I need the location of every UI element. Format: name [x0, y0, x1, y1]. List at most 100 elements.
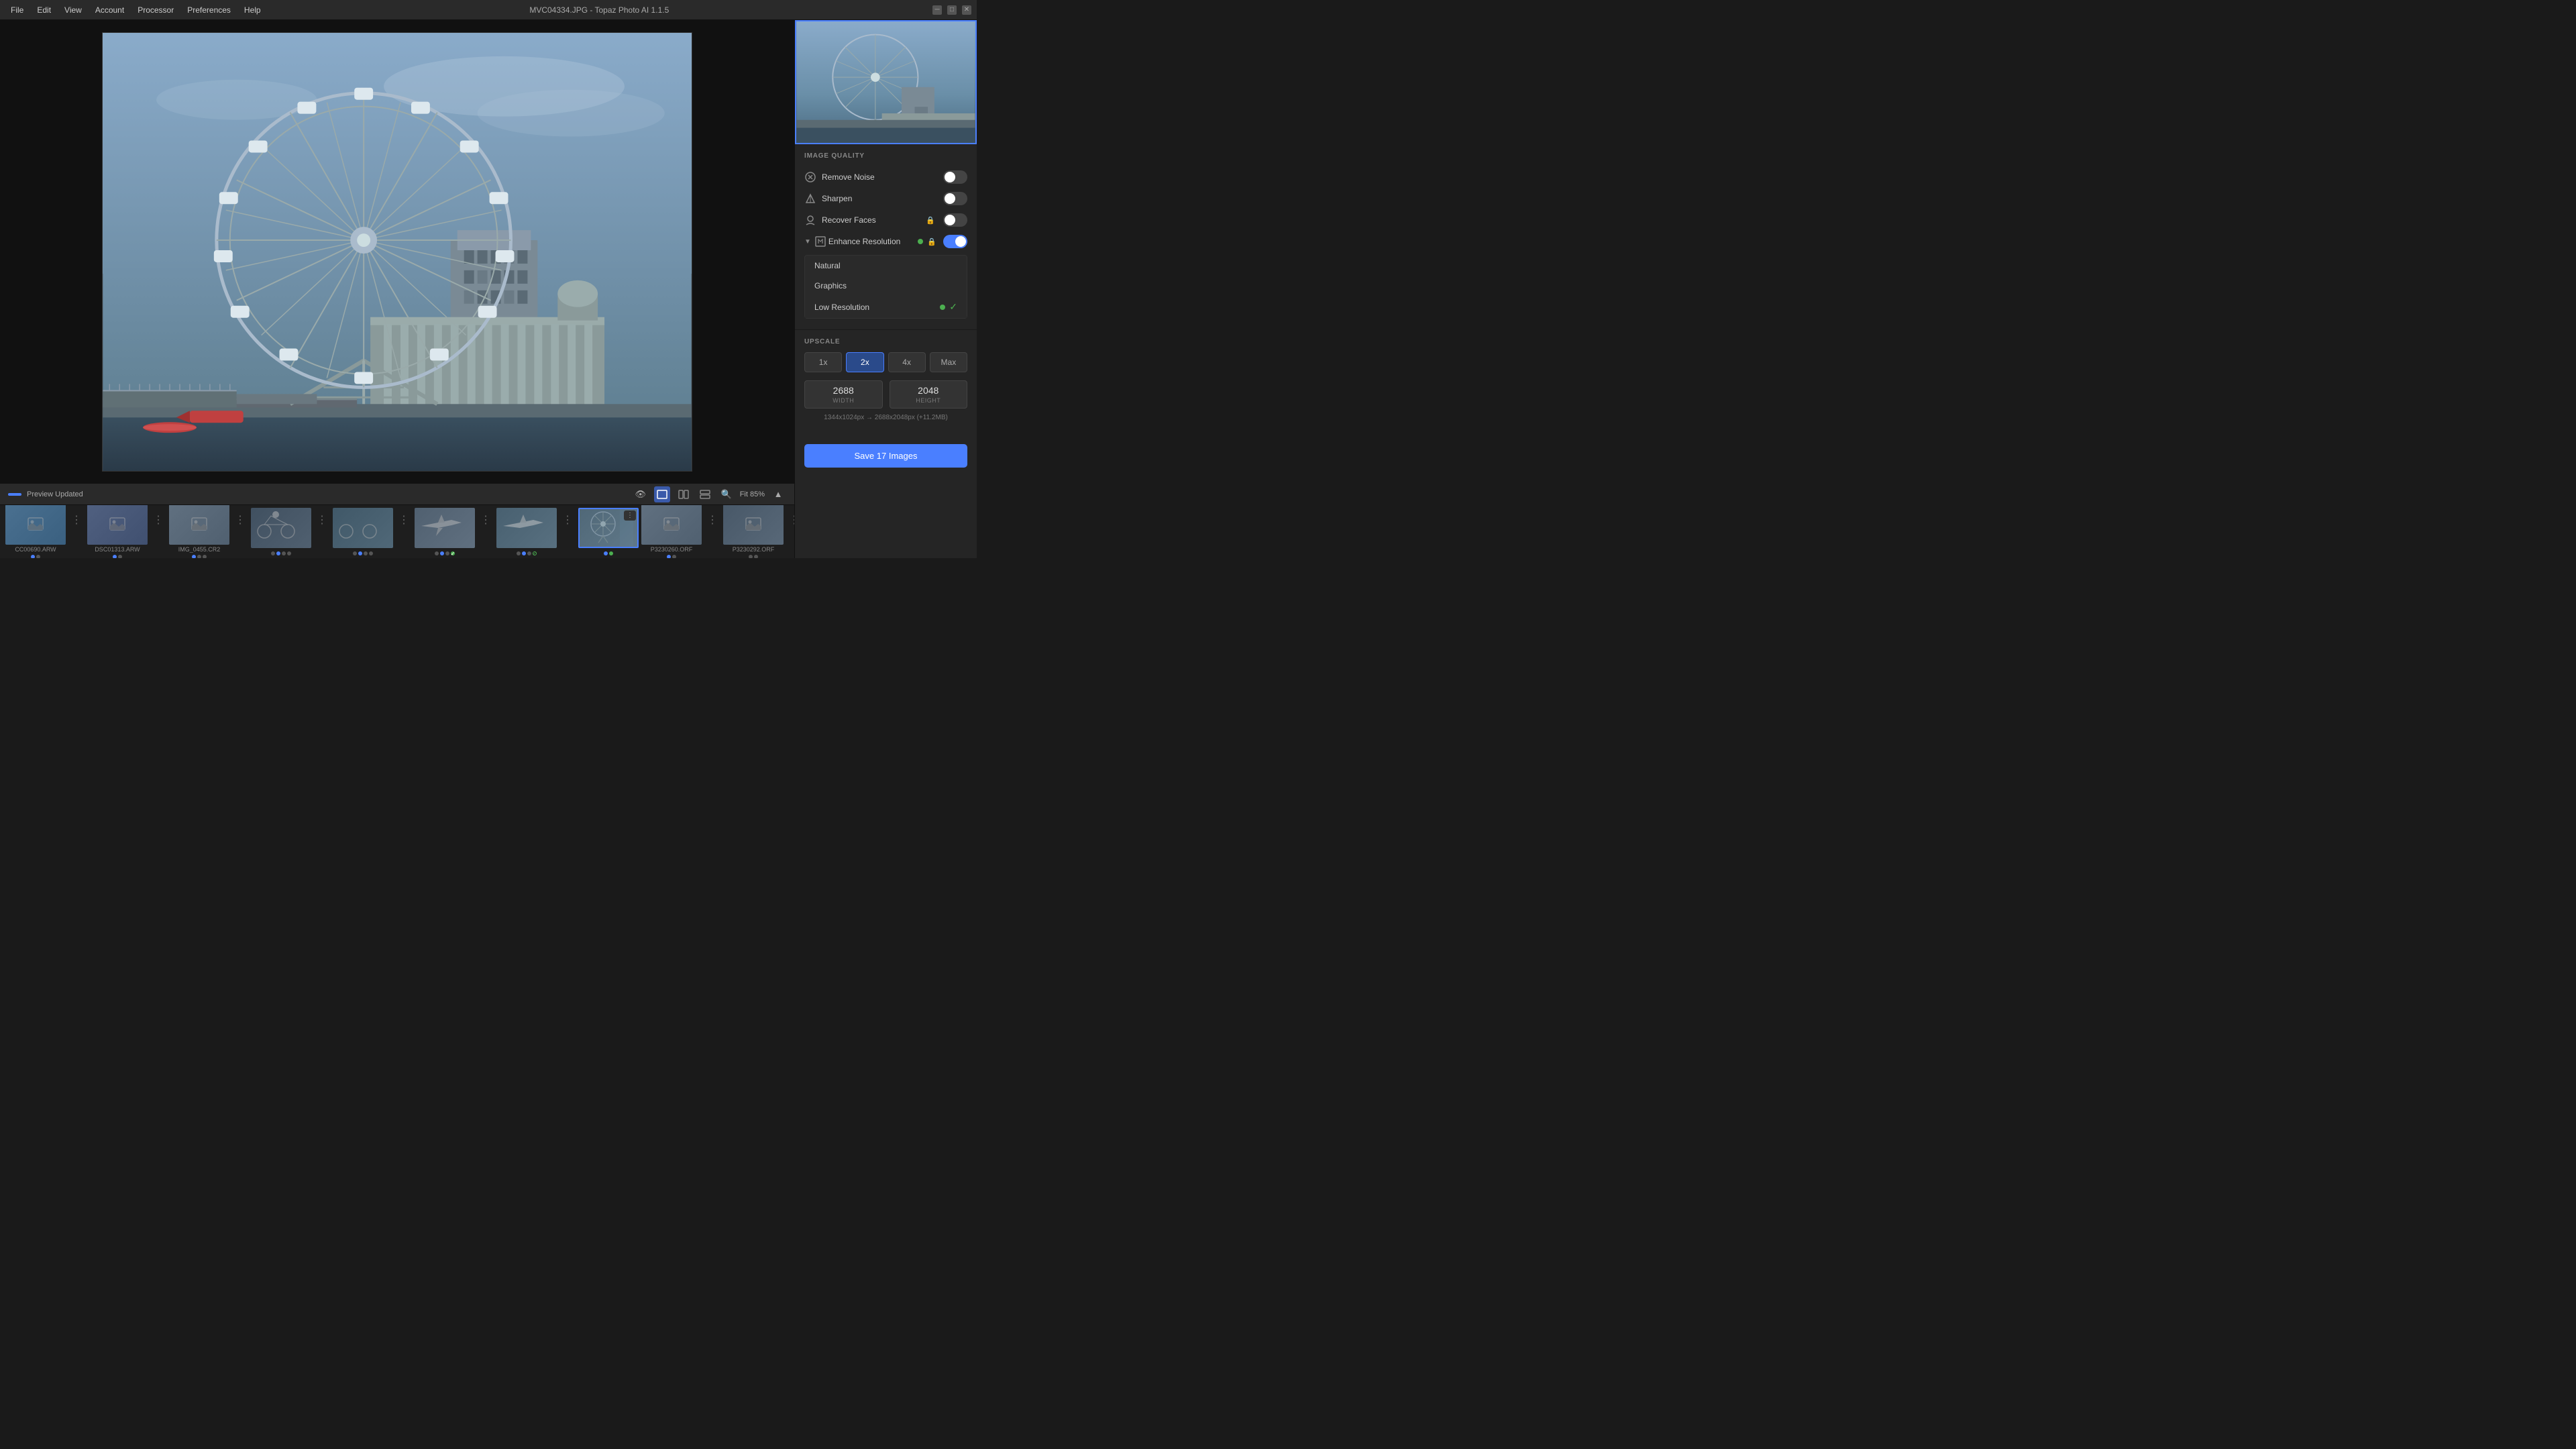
maximize-button[interactable]: □ [947, 5, 957, 15]
image-container[interactable] [0, 20, 794, 483]
remove-noise-row: Remove Noise [804, 166, 967, 188]
width-box: 2688 WIDTH [804, 380, 883, 409]
menu-file[interactable]: File [5, 3, 29, 17]
split-view-button[interactable] [676, 486, 692, 502]
enhance-resolution-toggle[interactable] [943, 235, 967, 248]
option-low-resolution[interactable]: Low Resolution ✓ [805, 296, 967, 318]
film-more-3[interactable]: ⋮ [232, 513, 248, 527]
dual-view-button[interactable] [697, 486, 713, 502]
film-item-plane1[interactable]: ✓ [415, 508, 475, 555]
film-item-p3230260[interactable]: P3230260.ORF [641, 504, 702, 558]
main-layout: Preview Updated 👁 🔍 Fit 85% ▲ [0, 20, 977, 558]
option-natural-label: Natural [814, 261, 841, 270]
film-more-4[interactable]: ⋮ [314, 513, 330, 527]
height-label: HEIGHT [897, 397, 961, 404]
preview-badge [8, 493, 21, 496]
film-more-5[interactable]: ⋮ [396, 513, 412, 527]
image-quality-section: IMAGE QUALITY Remove Noise Sharpen [795, 144, 977, 330]
menu-preferences[interactable]: Preferences [182, 3, 236, 17]
window-controls: ─ □ ✕ [932, 5, 971, 15]
film-item-cycling1[interactable] [251, 508, 311, 555]
film-item-ferris-active[interactable]: ⋮ [578, 508, 639, 555]
upscale-4x-button[interactable]: 4x [888, 352, 926, 372]
film-more-2[interactable]: ⋮ [150, 513, 166, 527]
recover-faces-lock-icon: 🔒 [926, 216, 935, 225]
zoom-expand-button[interactable]: ▲ [770, 486, 786, 502]
zoom-icon: 🔍 [718, 486, 735, 502]
enhance-chevron-icon[interactable]: ▼ [804, 238, 811, 246]
film-more-1[interactable]: ⋮ [68, 513, 85, 527]
preview-thumbnail [795, 20, 977, 144]
height-box: 2048 HEIGHT [890, 380, 968, 409]
enhance-resolution-icon [815, 236, 826, 247]
enhance-options-dropdown: Natural Graphics Low Resolution ✓ [804, 255, 967, 319]
upscale-max-button[interactable]: Max [930, 352, 967, 372]
menu-help[interactable]: Help [239, 3, 266, 17]
recover-faces-toggle[interactable] [943, 213, 967, 227]
window-title: MVC04334.JPG - Topaz Photo AI 1.1.5 [269, 5, 930, 15]
sharpen-label: Sharpen [822, 194, 938, 203]
enhance-resolution-row: ▼ Enhance Resolution 🔒 [804, 231, 967, 252]
sharpen-icon [804, 193, 816, 205]
sharpen-toggle[interactable] [943, 192, 967, 205]
option-low-resolution-label: Low Resolution [814, 303, 869, 312]
menu-account[interactable]: Account [90, 3, 129, 17]
film-name: P3230292.ORF [733, 546, 775, 553]
remove-noise-toggle[interactable] [943, 170, 967, 184]
image-quality-title: IMAGE QUALITY [804, 152, 967, 160]
remove-noise-icon [804, 171, 816, 183]
film-name: DSC01313.ARW [95, 546, 140, 553]
menubar: File Edit View Account Processor Prefere… [0, 0, 977, 20]
width-value: 2688 [812, 385, 875, 396]
menu-processor[interactable]: Processor [132, 3, 179, 17]
main-image [102, 32, 692, 472]
film-more-6[interactable]: ⋮ [478, 513, 494, 527]
preview-status: Preview Updated [27, 490, 83, 498]
film-name: IMG_0455.CR2 [178, 546, 221, 553]
save-button[interactable]: Save 17 Images [804, 444, 967, 468]
right-panel: IMAGE QUALITY Remove Noise Sharpen [794, 20, 977, 558]
menu-edit[interactable]: Edit [32, 3, 56, 17]
recover-faces-row: Recover Faces 🔒 [804, 209, 967, 231]
film-item-p3230292[interactable]: P3230292.ORF [723, 504, 784, 558]
upscale-section: UPSCALE 1x 2x 4x Max 2688 WIDTH 2048 HEI… [795, 330, 977, 437]
filmstrip: CC00690.ARW ⋮ DSC01313.ARW ⋮ [0, 504, 794, 558]
option-graphics-label: Graphics [814, 281, 847, 290]
close-button[interactable]: ✕ [962, 5, 971, 15]
zoom-level: Fit 85% [740, 490, 765, 498]
film-more-9[interactable]: ⋮ [786, 513, 794, 527]
sharpen-row: Sharpen [804, 188, 967, 209]
film-more-8[interactable]: ⋮ [704, 513, 720, 527]
dimension-row: 2688 WIDTH 2048 HEIGHT [804, 380, 967, 409]
option-graphics[interactable]: Graphics [805, 276, 967, 296]
minimize-button[interactable]: ─ [932, 5, 942, 15]
film-options-btn[interactable]: ⋮ [624, 511, 636, 521]
remove-noise-label: Remove Noise [822, 172, 938, 182]
enhance-resolution-label: Enhance Resolution [828, 237, 914, 246]
recover-faces-icon [804, 214, 816, 226]
enhance-active-dot [918, 239, 923, 244]
film-item-dsc01313[interactable]: DSC01313.ARW [87, 504, 148, 558]
film-name: CC00690.ARW [15, 546, 56, 553]
recover-faces-label: Recover Faces [822, 215, 920, 225]
film-item-cycling2[interactable] [333, 508, 393, 555]
single-view-button[interactable] [654, 486, 670, 502]
film-item-cc00690[interactable]: CC00690.ARW [5, 504, 66, 558]
check-mark: ✓ [949, 301, 957, 313]
ferris-wheel-svg [103, 33, 692, 471]
upscale-1x-button[interactable]: 1x [804, 352, 842, 372]
film-item-plane2[interactable]: ✓ [496, 508, 557, 555]
upscale-2x-button[interactable]: 2x [846, 352, 883, 372]
eye-button[interactable]: 👁 [633, 486, 649, 502]
menu-view[interactable]: View [59, 3, 87, 17]
option-natural[interactable]: Natural [805, 256, 967, 276]
enhance-lock-icon: 🔒 [927, 237, 936, 246]
selected-dot [940, 305, 945, 310]
upscale-title: UPSCALE [804, 338, 967, 345]
film-more-7[interactable]: ⋮ [559, 513, 576, 527]
bottom-toolbar: Preview Updated 👁 🔍 Fit 85% ▲ [0, 483, 794, 504]
upscale-buttons: 1x 2x 4x Max [804, 352, 967, 372]
height-value: 2048 [897, 385, 961, 396]
film-name: P3230260.ORF [651, 546, 693, 553]
film-item-img0455[interactable]: IMG_0455.CR2 [169, 504, 229, 558]
